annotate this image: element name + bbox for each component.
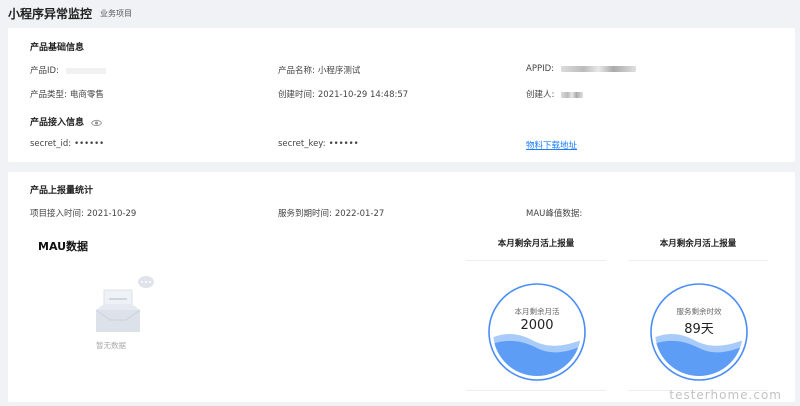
product-name-value: 小程序测试 xyxy=(317,66,361,76)
secret-id-value: •••••• xyxy=(74,139,105,149)
stat-column-service-remaining: 本月剩余月活上报量 服务剩余时效 89天 xyxy=(628,228,768,398)
download-link[interactable]: 物料下载地址 xyxy=(526,139,577,151)
page-tag: 业务项目 xyxy=(100,8,133,18)
mau-peak-label: MAU峰值数据: xyxy=(526,209,583,219)
report-stats-card: 产品上报量统计 项目接入时间: 2021-10-29 服务到期时间: 2022-01… xyxy=(8,172,795,402)
secret-key-label: secret_key: xyxy=(278,139,326,149)
basic-info-title: 产品基础信息 xyxy=(30,43,85,53)
empty-data-text: 暂无数据 xyxy=(96,341,126,350)
stat-title: 本月剩余月活上报量 xyxy=(466,228,606,261)
created-time-value: 2021-10-29 14:48:57 xyxy=(317,90,409,100)
mau-title: MAU数据 xyxy=(38,240,89,253)
product-type-label: 产品类型: xyxy=(30,90,67,100)
stat-column-mau-remaining: 本月剩余月活上报量 本月剩余月活 2000 xyxy=(466,228,606,398)
appid-label: APPID: xyxy=(526,64,554,74)
access-time-value: 2021-10-29 xyxy=(86,209,137,219)
expire-time-value: 2022-01-27 xyxy=(334,209,385,219)
gauge-value: 2000 xyxy=(520,318,554,333)
product-type-field: 产品类型: 电商零售 xyxy=(30,88,104,100)
secret-key-value: •••••• xyxy=(328,139,359,149)
page-title: 小程序异常监控 xyxy=(8,6,93,21)
page-header: 小程序异常监控 业务项目 xyxy=(0,0,800,26)
created-time-field: 创建时间: 2021-10-29 14:48:57 xyxy=(278,88,408,100)
stat-divider xyxy=(466,390,606,391)
secret-key-field: secret_key: •••••• xyxy=(278,139,359,149)
appid-field: APPID: xyxy=(526,64,636,74)
report-stats-title: 产品上报量统计 xyxy=(30,186,94,196)
access-time-field: 项目接入时间: 2021-10-29 xyxy=(30,207,136,219)
expire-time-label: 服务到期时间: xyxy=(278,209,332,219)
gauge-label: 服务剩余时效 xyxy=(676,307,722,316)
access-info-label: 产品接入信息 xyxy=(30,118,85,128)
secret-id-field: secret_id: •••••• xyxy=(30,139,104,149)
expire-time-field: 服务到期时间: 2022-01-27 xyxy=(278,207,384,219)
product-id-label: 产品ID: xyxy=(30,66,59,76)
appid-redacted xyxy=(560,65,636,72)
mau-peak-field: MAU峰值数据: xyxy=(526,207,582,219)
creator-label: 创建人: xyxy=(526,90,555,100)
product-name-field: 产品名称: 小程序测试 xyxy=(278,64,360,76)
created-time-label: 创建时间: xyxy=(278,90,315,100)
access-time-label: 项目接入时间: xyxy=(30,209,84,219)
gauge-value: 89天 xyxy=(684,322,714,337)
gauge-label: 本月剩余月活 xyxy=(514,307,560,316)
product-name-label: 产品名称: xyxy=(278,66,315,76)
eye-icon[interactable] xyxy=(91,119,103,127)
product-info-card: 产品基础信息 产品ID: 产品名称: 小程序测试 APPID: 产品类型: 电商零售… xyxy=(8,28,795,162)
secret-id-label: secret_id: xyxy=(30,139,72,149)
watermark: testerhome.com xyxy=(669,388,782,402)
product-id-field: 产品ID: xyxy=(30,64,106,76)
product-id-redacted xyxy=(65,67,106,74)
creator-field: 创建人: xyxy=(526,88,584,100)
product-type-value: 电商零售 xyxy=(69,90,104,100)
access-info-title: 产品接入信息 xyxy=(30,115,103,128)
stat-title: 本月剩余月活上报量 xyxy=(628,228,768,261)
creator-redacted xyxy=(561,91,584,98)
